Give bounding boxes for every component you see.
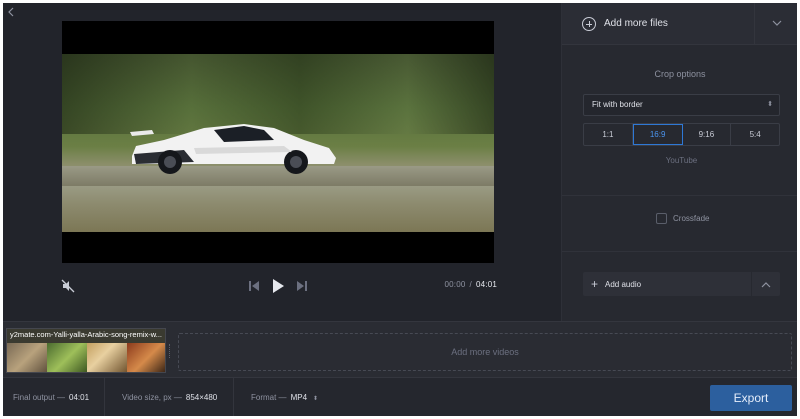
final-output-value: 04:01	[69, 393, 90, 402]
bottom-bar: Final output —04:01 Video size, px —854×…	[3, 377, 797, 416]
final-output-label: Final output —	[13, 393, 66, 402]
current-time: 00:00	[444, 280, 466, 289]
add-circle-icon	[582, 16, 596, 31]
crop-mode-select[interactable]: Fit with border ⬍	[583, 94, 780, 116]
timeline: y2mate.com-Yalli-yalla-Arabic-song-remix…	[3, 321, 797, 377]
checkbox-box[interactable]	[656, 213, 667, 224]
crop-options-title: Crop options	[654, 69, 706, 79]
back-chevron-icon[interactable]	[7, 7, 19, 19]
divider	[104, 378, 105, 416]
ratio-hint: YouTube	[665, 156, 698, 165]
divider	[233, 378, 234, 416]
ratio-9-16[interactable]: 9:16	[683, 124, 732, 145]
video-preview	[62, 21, 494, 263]
video-size-value: 854×480	[185, 393, 218, 402]
skip-back-icon[interactable]	[248, 280, 260, 292]
files-dropdown-toggle[interactable]	[754, 3, 797, 45]
car-image	[130, 124, 336, 174]
crossfade-label: Crossfade	[673, 214, 710, 223]
video-size-label: Video size, px —	[122, 393, 182, 402]
total-time: 04:01	[475, 280, 497, 289]
chevron-up-icon	[761, 282, 771, 288]
clip-name: y2mate.com-Yalli-yalla-Arabic-song-remix…	[10, 330, 162, 339]
crossfade-checkbox[interactable]: Crossfade	[656, 213, 709, 224]
mute-icon[interactable]	[61, 279, 75, 293]
video-clip[interactable]: y2mate.com-Yalli-yalla-Arabic-song-remix…	[6, 328, 166, 373]
add-audio-label: Add audio	[605, 279, 642, 289]
play-icon[interactable]	[271, 278, 285, 294]
chevron-down-icon	[772, 20, 782, 26]
settings-panel: Add more files Crop options Fit with bor…	[561, 3, 797, 321]
audio-collapse-toggle[interactable]	[752, 272, 780, 296]
clip-thumbnails	[7, 343, 165, 372]
player-controls: 00:00/04:01	[3, 273, 561, 299]
format-label: Format —	[251, 393, 287, 402]
drag-handle-icon[interactable]	[169, 344, 172, 358]
skip-forward-icon[interactable]	[296, 280, 308, 292]
add-audio-button[interactable]: + Add audio	[583, 272, 751, 296]
select-arrows-icon: ⬍	[313, 396, 319, 402]
format-value: MP4	[290, 393, 308, 402]
format-select[interactable]: Format — MP4 ⬍	[251, 378, 318, 416]
video-size-stat: Video size, px —854×480	[122, 378, 217, 416]
video-editor-window: 00:00/04:01 Add more files Crop options …	[3, 3, 797, 416]
final-output-stat: Final output —04:01	[13, 378, 89, 416]
plus-icon: +	[591, 277, 599, 291]
ratio-16-9[interactable]: 16:9	[632, 124, 683, 145]
crop-mode-value: Fit with border	[592, 100, 643, 109]
select-arrows-icon: ⬍	[767, 101, 773, 108]
ratio-5-4[interactable]: 5:4	[731, 124, 779, 145]
export-button[interactable]: Export	[710, 385, 792, 411]
divider	[562, 195, 797, 196]
aspect-ratio-group: 1:1 16:9 9:16 5:4	[583, 123, 780, 146]
add-more-files-button[interactable]: Add more files	[562, 3, 754, 45]
preview-area: 00:00/04:01	[3, 3, 561, 321]
divider	[562, 251, 797, 252]
video-frame-image	[62, 54, 494, 232]
ratio-1-1[interactable]: 1:1	[584, 124, 633, 145]
time-separator: /	[469, 280, 472, 289]
timecode: 00:00/04:01	[445, 280, 498, 289]
add-more-videos-dropzone[interactable]: Add more videos	[178, 333, 792, 371]
add-more-files-label: Add more files	[604, 18, 668, 29]
